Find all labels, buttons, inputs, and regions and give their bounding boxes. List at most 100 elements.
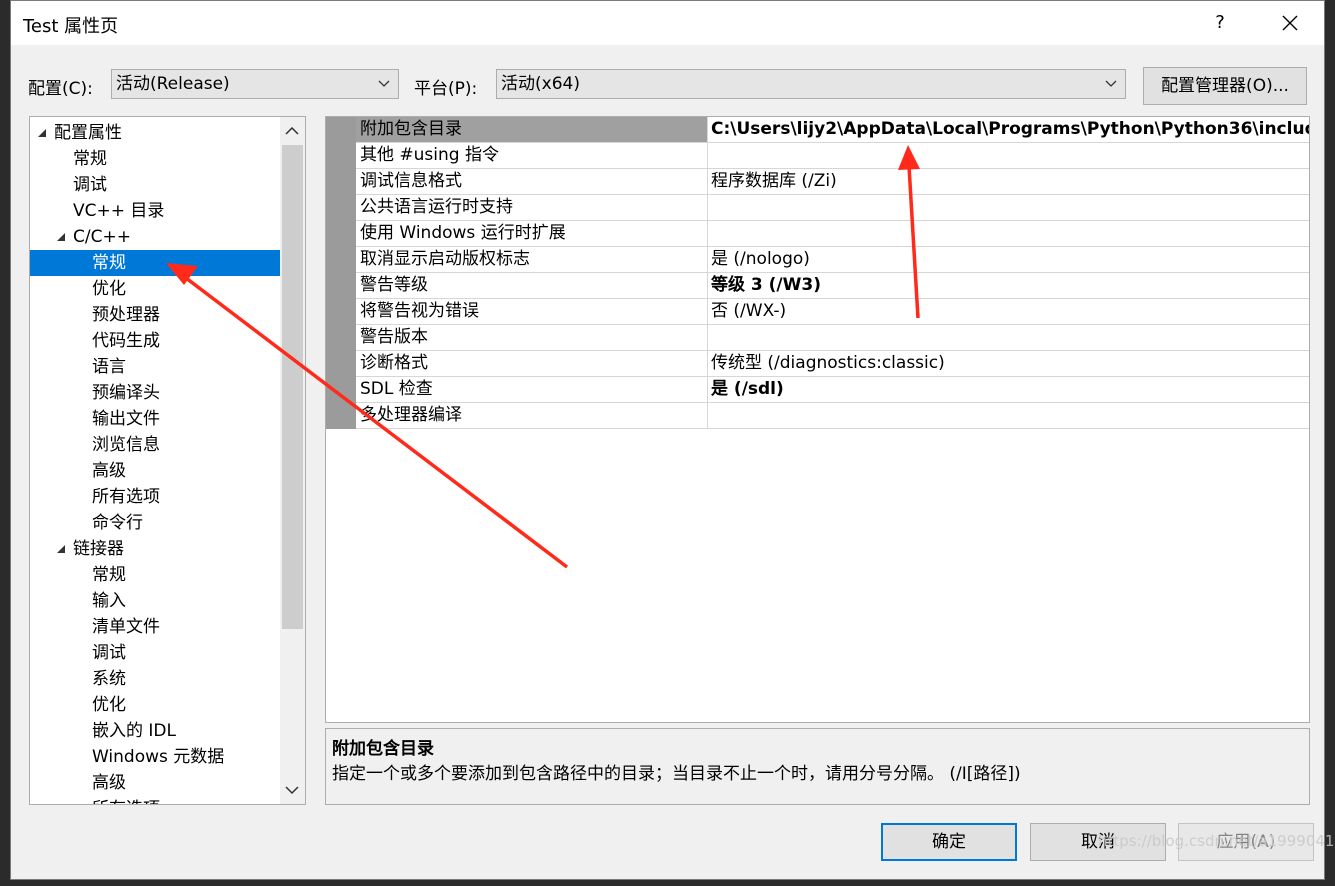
tree-item[interactable]: 预处理器	[30, 302, 280, 328]
tree-item[interactable]: 高级	[30, 770, 280, 796]
tree-item[interactable]: 链接器	[30, 536, 280, 562]
tree-item[interactable]: 配置属性	[30, 120, 280, 146]
tree-item-label: 优化	[92, 695, 126, 715]
platform-select[interactable]: 活动(x64)	[496, 69, 1126, 99]
property-value[interactable]: 等级 3 (/W3)	[708, 273, 1309, 298]
tree-item[interactable]: VC++ 目录	[30, 198, 280, 224]
property-row[interactable]: SDL 检查是 (/sdl)	[356, 377, 1309, 403]
watermark: https://blog.csdn.net/a19990412	[1098, 832, 1335, 850]
tree-scrollbar[interactable]	[280, 117, 305, 804]
tree-item[interactable]: 所有选项	[30, 796, 280, 804]
tree-item[interactable]: 常规	[30, 250, 280, 276]
tree-item[interactable]: Windows 元数据	[30, 744, 280, 770]
tree-item[interactable]: 调试	[30, 172, 280, 198]
tree-item[interactable]: 语言	[30, 354, 280, 380]
tree-item-label: 系统	[92, 669, 126, 689]
expanded-triangle-icon[interactable]	[56, 232, 66, 242]
property-row[interactable]: 公共语言运行时支持	[356, 195, 1309, 221]
expanded-triangle-icon[interactable]	[37, 128, 47, 138]
tree-item[interactable]: 常规	[30, 146, 280, 172]
property-row[interactable]: 警告等级 等级 3 (/W3)	[356, 273, 1309, 299]
property-value[interactable]: 否 (/WX-)	[708, 299, 1309, 324]
tree-item[interactable]: 高级	[30, 458, 280, 484]
property-value[interactable]	[708, 221, 1309, 246]
property-row[interactable]: 警告版本	[356, 325, 1309, 351]
ok-button[interactable]: 确定	[881, 823, 1017, 861]
property-name: 公共语言运行时支持	[356, 195, 708, 220]
config-value: 活动(Release)	[116, 74, 230, 94]
help-button[interactable]: ?	[1206, 9, 1234, 37]
tree-item[interactable]: C/C++	[30, 224, 280, 250]
tree-item[interactable]: 浏览信息	[30, 432, 280, 458]
property-name: 诊断格式	[356, 351, 708, 376]
scroll-up-icon[interactable]	[285, 126, 299, 135]
tree-item[interactable]: 输入	[30, 588, 280, 614]
property-name: 调试信息格式	[356, 169, 708, 194]
property-row[interactable]: 多处理器编译	[356, 403, 1309, 429]
property-row[interactable]: 附加包含目录 C:\Users\lijy2\AppData\Local\Progr…	[356, 117, 1309, 143]
tree-item[interactable]: 预编译头	[30, 380, 280, 406]
property-value[interactable]	[708, 143, 1309, 168]
property-value[interactable]: 是 (/nologo)	[708, 247, 1309, 272]
tree-item[interactable]: 命令行	[30, 510, 280, 536]
tree-item[interactable]: 常规	[30, 562, 280, 588]
property-row[interactable]: 将警告视为错误否 (/WX-)	[356, 299, 1309, 325]
tree-item-label: 所有选项	[92, 487, 160, 507]
tree-item[interactable]: 系统	[30, 666, 280, 692]
tree-item[interactable]: 输出文件	[30, 406, 280, 432]
tree-item-label: Windows 元数据	[92, 747, 225, 767]
property-row[interactable]: 使用 Windows 运行时扩展	[356, 221, 1309, 247]
tree-item-label: 清单文件	[92, 617, 160, 637]
tree-item-label: 链接器	[73, 539, 124, 559]
property-value[interactable]: 是 (/sdl)	[708, 377, 1309, 402]
platform-label: 平台(P):	[414, 79, 478, 99]
property-value[interactable]: 传统型 (/diagnostics:classic)	[708, 351, 1309, 376]
tree-item-label: 预处理器	[92, 305, 160, 325]
tree-item[interactable]: 优化	[30, 692, 280, 718]
property-name: 使用 Windows 运行时扩展	[356, 221, 708, 246]
property-row[interactable]: 诊断格式 传统型 (/diagnostics:classic)	[356, 351, 1309, 377]
scroll-down-icon[interactable]	[285, 786, 299, 795]
tree-item[interactable]: 清单文件	[30, 614, 280, 640]
tree-item[interactable]: 所有选项	[30, 484, 280, 510]
tree-item-label: 高级	[92, 461, 126, 481]
description-panel: 附加包含目录 指定一个或多个要添加到包含路径中的目录；当目录不止一个时，请用分号…	[325, 728, 1310, 805]
property-name: 多处理器编译	[356, 403, 708, 428]
property-row[interactable]: 其他 #using 指令	[356, 143, 1309, 169]
property-value[interactable]	[708, 325, 1309, 350]
property-pages-dialog: Test 属性页 ? 配置(C): 活动(Release) 平台(P): 活动(…	[10, 0, 1325, 880]
property-row[interactable]: 调试信息格式 程序数据库 (/Zi)	[356, 169, 1309, 195]
tree-item-label: 常规	[73, 149, 107, 169]
tree-item-label: VC++ 目录	[73, 201, 165, 221]
property-grid: 附加包含目录 C:\Users\lijy2\AppData\Local\Progr…	[325, 116, 1310, 723]
tree-item[interactable]: 嵌入的 IDL	[30, 718, 280, 744]
tree-item-label: 浏览信息	[92, 435, 160, 455]
tree-item-label: 嵌入的 IDL	[92, 721, 176, 741]
config-select[interactable]: 活动(Release)	[111, 69, 399, 99]
close-icon	[1282, 15, 1298, 31]
tree-item-label: 输入	[92, 591, 126, 611]
property-value[interactable]	[708, 195, 1309, 220]
grid-margin	[326, 117, 356, 429]
property-row[interactable]: 取消显示启动版权标志是 (/nologo)	[356, 247, 1309, 273]
property-value[interactable]: 程序数据库 (/Zi)	[708, 169, 1309, 194]
expanded-triangle-icon[interactable]	[56, 544, 66, 554]
property-value[interactable]	[708, 403, 1309, 428]
property-name: SDL 检查	[356, 377, 708, 402]
config-manager-button[interactable]: 配置管理器(O)...	[1143, 67, 1307, 105]
tree-item-label: 命令行	[92, 513, 143, 533]
description-text: 指定一个或多个要添加到包含路径中的目录；当目录不止一个时，请用分号分隔。 (/I…	[332, 764, 1021, 784]
tree-item-label: 调试	[73, 175, 107, 195]
tree-item[interactable]: 调试	[30, 640, 280, 666]
title-bar: Test 属性页 ?	[11, 1, 1324, 45]
property-name: 其他 #using 指令	[356, 143, 708, 168]
scroll-thumb[interactable]	[282, 145, 303, 629]
property-value[interactable]: C:\Users\lijy2\AppData\Local\Programs\Py…	[708, 117, 1309, 142]
tree-item-label: 配置属性	[54, 123, 122, 143]
tree-item-label: 输出文件	[92, 409, 160, 429]
tree-item[interactable]: 代码生成	[30, 328, 280, 354]
tree-item[interactable]: 优化	[30, 276, 280, 302]
close-button[interactable]	[1273, 7, 1307, 39]
description-title: 附加包含目录	[332, 739, 434, 759]
tree-item-label: 预编译头	[92, 383, 160, 403]
